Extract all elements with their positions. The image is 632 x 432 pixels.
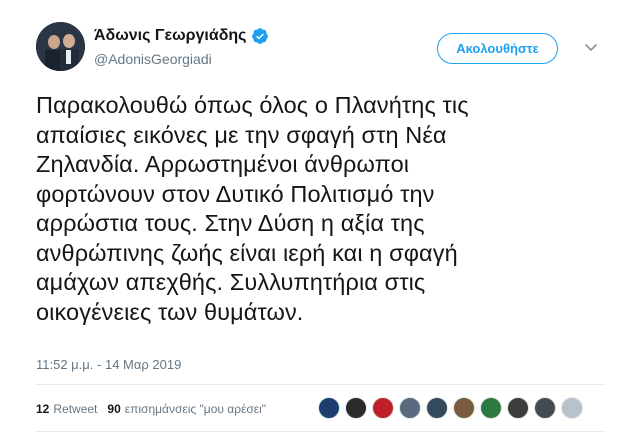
retweets-count: 12: [36, 402, 50, 416]
timestamp-separator: -: [97, 357, 102, 372]
tweet-card: Άδωνις Γεωργιάδης @AdonisGeorgiadi Ακολο…: [0, 0, 632, 432]
verified-badge-icon: [251, 27, 269, 45]
author-block: Άδωνις Γεωργιάδης @AdonisGeorgiadi: [94, 27, 269, 67]
liker-avatar[interactable]: [534, 397, 556, 419]
likes-stat[interactable]: 90 επισημάνσεις "μου αρέσει": [107, 402, 266, 416]
divider: [36, 384, 606, 385]
liker-avatar[interactable]: [453, 397, 475, 419]
liker-avatar[interactable]: [345, 397, 367, 419]
author-handle[interactable]: @AdonisGeorgiadi: [94, 51, 269, 67]
likes-count: 90: [107, 402, 121, 416]
likers-avatar-list: [318, 397, 583, 419]
liker-avatar[interactable]: [561, 397, 583, 419]
author-avatar[interactable]: [36, 22, 85, 71]
tweet-date: 14 Μαρ 2019: [104, 357, 182, 372]
follow-button[interactable]: Ακολουθήστε: [437, 33, 558, 64]
liker-avatar[interactable]: [318, 397, 340, 419]
retweets-label: Retweet: [53, 402, 98, 416]
liker-avatar[interactable]: [426, 397, 448, 419]
author-name[interactable]: Άδωνις Γεωργιάδης: [94, 27, 246, 45]
liker-avatar[interactable]: [399, 397, 421, 419]
tweet-timestamp[interactable]: 11:52 μ.μ. - 14 Μαρ 2019: [36, 357, 181, 372]
tweet-stats: 12 Retweet 90 επισημάνσεις "μου αρέσει": [36, 402, 266, 416]
tweet-text: Παρακολουθώ όπως όλος ο Πλανήτης τις απα…: [36, 92, 469, 325]
retweets-stat[interactable]: 12 Retweet: [36, 402, 97, 416]
chevron-down-icon[interactable]: [583, 39, 599, 55]
liker-avatar[interactable]: [480, 397, 502, 419]
liker-avatar[interactable]: [372, 397, 394, 419]
liker-avatar[interactable]: [507, 397, 529, 419]
likes-label: επισημάνσεις "μου αρέσει": [124, 402, 267, 416]
tweet-time: 11:52 μ.μ.: [36, 357, 94, 372]
